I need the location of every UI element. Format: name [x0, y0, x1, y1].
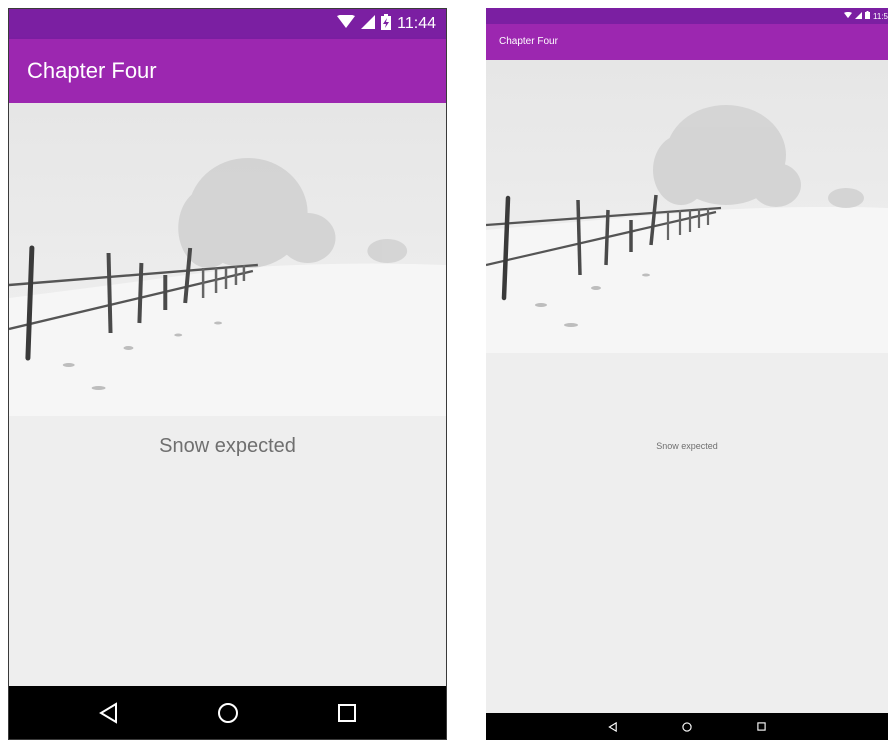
home-icon[interactable]	[682, 721, 693, 732]
snow-landscape-image	[9, 103, 446, 416]
signal-icon	[361, 14, 376, 34]
phone-screen: 11:44 Chapter Four Snow expected	[8, 8, 447, 740]
snow-landscape-image	[486, 60, 888, 353]
battery-charging-icon	[381, 13, 392, 35]
recents-icon[interactable]	[337, 703, 357, 723]
back-icon[interactable]	[608, 721, 618, 732]
status-time: 11:44	[397, 15, 436, 32]
battery-charging-icon	[865, 11, 871, 21]
tablet-screen: 11:5 Chapter Four Snow expected	[486, 8, 888, 740]
weather-caption: Snow expected	[656, 441, 718, 451]
back-icon[interactable]	[98, 701, 120, 724]
app-title: Chapter Four	[27, 58, 157, 83]
status-bar: 11:5	[486, 8, 888, 24]
status-bar: 11:44	[9, 9, 446, 39]
app-bar: Chapter Four	[9, 39, 446, 103]
home-icon[interactable]	[217, 702, 239, 724]
weather-caption: Snow expected	[159, 435, 296, 457]
recents-icon[interactable]	[757, 722, 766, 731]
wifi-icon	[844, 11, 853, 21]
app-bar: Chapter Four	[486, 24, 888, 60]
navigation-bar	[9, 686, 446, 739]
status-time: 11:5	[873, 11, 888, 21]
wifi-icon	[337, 13, 356, 34]
navigation-bar	[486, 713, 888, 740]
app-title: Chapter Four	[499, 36, 558, 47]
signal-icon	[855, 11, 863, 21]
